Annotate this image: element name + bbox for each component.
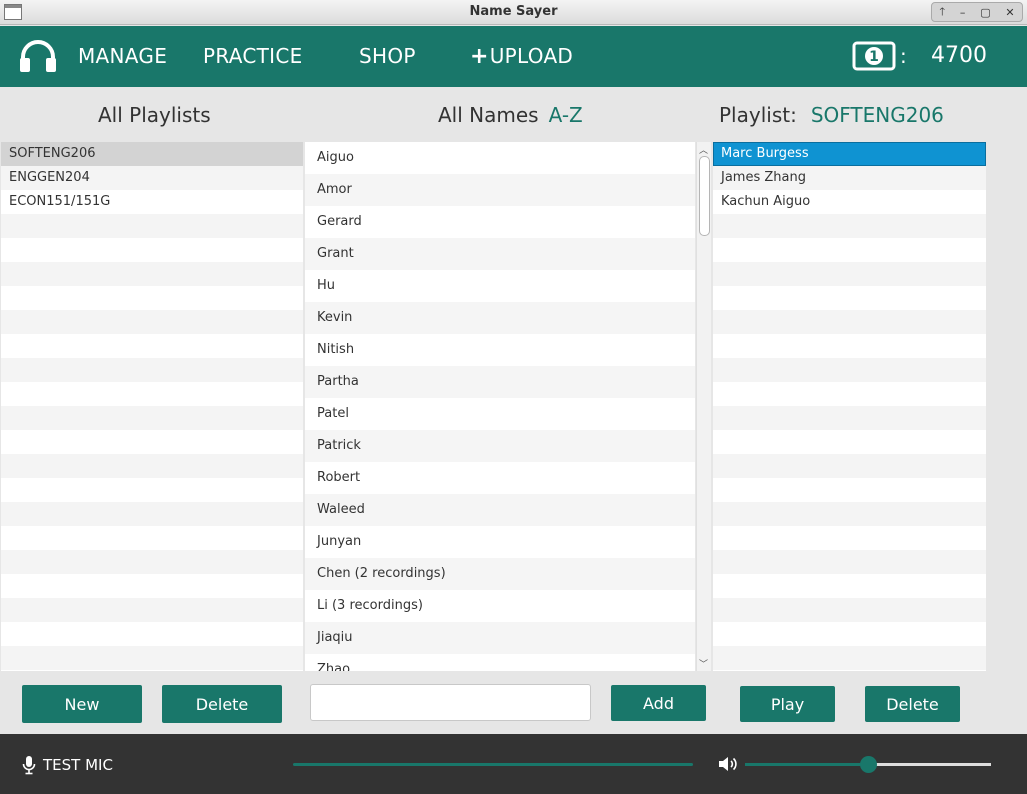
window-minimize-icon[interactable]: – (960, 6, 966, 19)
names-list[interactable]: Aiguo Amor Gerard Grant Hu Kevin Nitish … (305, 142, 695, 671)
volume-slider-remaining (868, 763, 991, 766)
mic-level-bar (293, 763, 693, 766)
window-controls: 🡑 – ▢ ✕ (931, 2, 1023, 22)
name-item[interactable]: Waleed (305, 494, 695, 526)
name-item[interactable]: Nitish (305, 334, 695, 366)
nav-upload-label: UPLOAD (489, 44, 574, 68)
volume-slider-thumb[interactable] (860, 756, 877, 773)
name-item[interactable]: Patrick (305, 430, 695, 462)
window-pin-icon[interactable]: 🡑 (939, 3, 945, 22)
microphone-icon (22, 756, 36, 775)
name-item[interactable]: Partha (305, 366, 695, 398)
name-item[interactable]: Grant (305, 238, 695, 270)
nav-upload[interactable]: +UPLOAD (470, 44, 573, 69)
money-colon: : (900, 44, 907, 68)
money-icon: 1 (852, 41, 896, 71)
playlist-names-list[interactable]: Marc Burgess James Zhang Kachun Aiguo (713, 142, 986, 671)
name-item[interactable]: Hu (305, 270, 695, 302)
playlist-name-item[interactable]: Marc Burgess (713, 142, 986, 166)
sort-order-toggle[interactable]: A-Z (549, 103, 583, 127)
name-item[interactable]: Gerard (305, 206, 695, 238)
top-nav-bar: MANAGE PRACTICE SHOP +UPLOAD 1 : 4700 (0, 26, 1027, 87)
scroll-down-icon[interactable]: ﹀ (699, 657, 708, 670)
scroll-up-icon[interactable]: ︿ (699, 143, 708, 156)
money-icon-digit: 1 (869, 49, 879, 65)
delete-name-button[interactable]: Delete (865, 686, 960, 722)
window-close-icon[interactable]: ✕ (1005, 6, 1014, 19)
plus-icon: + (470, 44, 489, 69)
scrollbar-thumb[interactable] (699, 156, 710, 236)
all-names-label: All Names (438, 103, 539, 127)
delete-playlist-button[interactable]: Delete (162, 685, 282, 723)
add-name-input[interactable] (310, 684, 591, 721)
playlist-label: Playlist: (719, 103, 797, 127)
name-item[interactable]: Robert (305, 462, 695, 494)
name-item[interactable]: Amor (305, 174, 695, 206)
window-titlebar: Name Sayer 🡑 – ▢ ✕ (0, 0, 1027, 25)
current-playlist-name: SOFTENG206 (810, 103, 944, 127)
name-item[interactable]: Chen (2 recordings) (305, 558, 695, 590)
new-playlist-button[interactable]: New (22, 685, 142, 723)
name-item[interactable]: Jiaqiu (305, 622, 695, 654)
all-names-heading: All Names A-Z (438, 103, 583, 127)
window-maximize-icon[interactable]: ▢ (980, 6, 990, 19)
nav-shop[interactable]: SHOP (359, 44, 416, 68)
add-name-button[interactable]: Add (611, 685, 706, 721)
playlist-name-item[interactable]: Kachun Aiguo (713, 190, 986, 214)
playlist-item[interactable]: ECON151/151G (1, 190, 303, 214)
money-amount: 4700 (931, 43, 987, 68)
playlist-name-item[interactable]: James Zhang (713, 166, 986, 190)
name-item[interactable]: Aiguo (305, 142, 695, 174)
name-item[interactable]: Junyan (305, 526, 695, 558)
playlist-item[interactable]: SOFTENG206 (1, 142, 303, 166)
name-item[interactable]: Li (3 recordings) (305, 590, 695, 622)
name-item[interactable]: Patel (305, 398, 695, 430)
name-item[interactable]: Zhao (305, 654, 695, 671)
test-mic-button[interactable]: TEST MIC (43, 756, 113, 774)
names-scrollbar[interactable]: ︿ ﹀ (696, 142, 711, 671)
name-item[interactable]: Kevin (305, 302, 695, 334)
nav-manage[interactable]: MANAGE (78, 44, 167, 68)
nav-practice[interactable]: PRACTICE (203, 44, 303, 68)
playlists-list[interactable]: SOFTENG206 ENGGEN204 ECON151/151G (1, 142, 303, 671)
headphones-icon (20, 40, 56, 72)
playlist-heading: Playlist: SOFTENG206 (719, 103, 944, 127)
play-button[interactable]: Play (740, 686, 835, 722)
playlist-item[interactable]: ENGGEN204 (1, 166, 303, 190)
window-title: Name Sayer (469, 4, 558, 19)
speaker-icon (719, 757, 737, 771)
all-playlists-heading: All Playlists (98, 103, 211, 127)
bottom-bar: TEST MIC (0, 734, 1027, 794)
